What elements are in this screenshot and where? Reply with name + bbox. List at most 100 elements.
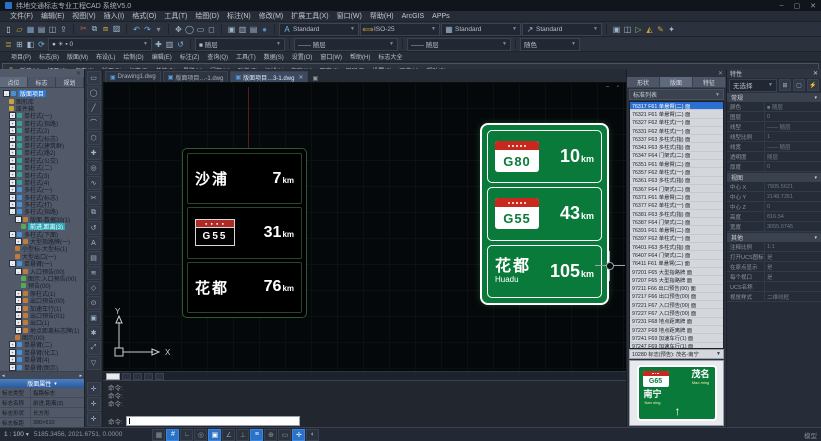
sign-menu-item[interactable]: 项目(P)	[8, 52, 34, 61]
sign-list-row[interactable]: 76337 F63 多柱式(指) 面	[630, 135, 723, 143]
tree-expander-icon[interactable]: +	[9, 194, 16, 201]
tree-expander-icon[interactable]: +	[9, 171, 16, 178]
donut-tool-icon[interactable]: ◎	[87, 161, 101, 175]
open-icon[interactable]: ▱	[14, 23, 25, 35]
table-style-dropdown[interactable]: ▦Standard▼	[441, 23, 521, 36]
tree-expander-icon[interactable]: +	[9, 231, 16, 238]
sign-menu-item[interactable]: 帮助(H)	[347, 52, 373, 61]
tree-expander-icon[interactable]: -	[15, 216, 22, 223]
prop-value[interactable]: 前进,距离(3)	[31, 398, 84, 407]
sign-list-last-row[interactable]: 10280 标志(预告): 茂名-南宁▼	[629, 349, 724, 359]
mirror-tool-icon[interactable]: ▽	[87, 356, 101, 370]
prop-value[interactable]: 1:1	[764, 242, 821, 251]
prop-value[interactable]: 390×510	[31, 418, 84, 427]
prop-value[interactable]: 7905.5621	[764, 182, 821, 191]
tree-node[interactable]: -多柱式(指路)	[1, 208, 83, 215]
layer-restore-icon[interactable]: ↺	[175, 38, 186, 50]
sign-list-row[interactable]: 97241 F69 加速车行(1) 面	[630, 334, 723, 342]
sign-list-row[interactable]: 76357 F62 单柱式(一) 面	[630, 168, 723, 176]
tree-expander-icon[interactable]: +	[15, 327, 22, 334]
tree-expander-icon[interactable]: +	[9, 179, 16, 186]
sign-menu-item[interactable]: 设置(O)	[289, 52, 316, 61]
tree-node[interactable]: +多柱式(一)	[1, 186, 83, 193]
tree-expander-icon[interactable]: +	[15, 290, 22, 297]
tree-node[interactable]: +单悬臂(二)	[1, 341, 83, 348]
sign-list-row[interactable]: 97207 F65 大型指路牌 面	[630, 276, 723, 284]
sign-menu-item[interactable]: 工具(T)	[233, 52, 259, 61]
child-window-controls[interactable]: – ▫	[606, 84, 622, 90]
sign-list-row[interactable]: 76351 F61 单悬臂(二) 面	[630, 160, 723, 168]
sign-list-row[interactable]: 76317 F61 单悬臂(二) 面	[630, 102, 723, 110]
sign-list-row[interactable]: 97227 F67 入口预告(00) 面	[630, 309, 723, 317]
tree-expander-icon[interactable]: -	[9, 208, 16, 215]
prop-value[interactable]: 指路标志	[31, 388, 84, 397]
tree-node[interactable]: +出口预告(01)	[1, 312, 83, 319]
multiline-tool-icon[interactable]: ≋	[87, 266, 101, 280]
prop-value[interactable]: 随层	[764, 152, 821, 161]
sign-list-row[interactable]: 76341 F63 多柱式(指) 面	[630, 143, 723, 151]
tree-node[interactable]: +单柱式(指路)	[1, 120, 83, 127]
prop-value[interactable]: 0	[764, 112, 821, 121]
lineweight-toggle[interactable]: ⊕	[264, 429, 277, 441]
drawing-tab[interactable]: ▣版面项目…-1.dwg	[163, 71, 229, 82]
zoom-previous-icon[interactable]: ◻	[206, 23, 217, 35]
dynamic-input-toggle[interactable]: ≡	[250, 429, 263, 441]
circle-tool-icon[interactable]: ◯	[87, 86, 101, 100]
layout-icon[interactable]: ◫	[622, 23, 633, 35]
layer-freeze-icon[interactable]: ◧	[25, 38, 36, 50]
color-dropdown[interactable]: ■ 随层▼	[195, 38, 285, 51]
tree-node[interactable]: +单柱式(二)	[1, 164, 83, 171]
drawing-tab[interactable]: ▣Drawing1.dwg	[105, 71, 161, 82]
menu-item[interactable]: 窗口(W)	[333, 11, 366, 21]
undo-icon[interactable]: ↶	[131, 23, 142, 35]
tree-node[interactable]: +单悬臂(4)	[1, 356, 83, 363]
menu-item[interactable]: 绘图(D)	[191, 11, 223, 21]
new-icon[interactable]: ▯	[3, 23, 14, 35]
dynamic-ucs-toggle[interactable]: ⊥	[236, 429, 249, 441]
tree-expander-icon[interactable]: +	[9, 157, 16, 164]
sign-list-row[interactable]: 97237 F68 地点距离牌 面	[630, 326, 723, 334]
make-current-icon[interactable]: ✚	[153, 38, 164, 50]
rotate-tool-icon[interactable]: ↺	[87, 221, 101, 235]
sign-menu-item[interactable]: 标注(Z)	[177, 52, 203, 61]
tab-signs[interactable]: 标志	[28, 77, 56, 87]
sign-list-row[interactable]: 76371 F61 单悬臂(二) 面	[630, 193, 723, 201]
tree-node[interactable]: 前进,距离(3)	[1, 223, 83, 230]
sheetset-icon[interactable]: ●	[259, 23, 270, 35]
sign-list-row[interactable]: 97217 F66 出口预告(00) 面	[630, 293, 723, 301]
cut-icon[interactable]: ✂	[78, 23, 89, 35]
tree-expander-icon[interactable]: +	[9, 127, 16, 134]
prop-value[interactable]: 是	[764, 272, 821, 281]
sign-list-row[interactable]: 76411 F61 单悬臂(二) 面	[630, 260, 723, 268]
zoom-realtime-icon[interactable]: ◯	[184, 23, 195, 35]
tree-expander-icon[interactable]: +	[15, 297, 22, 304]
layer-properties-icon[interactable]: ≣	[3, 38, 14, 50]
sign-list-row[interactable]: 76401 F63 多柱式(指) 面	[630, 243, 723, 251]
toggle-pickadd-icon[interactable]: ⊞	[779, 79, 791, 91]
tab-close-icon[interactable]: ✕	[298, 74, 303, 81]
selection-cycling-toggle[interactable]: ✛	[292, 429, 305, 441]
plot-icon[interactable]: ▤	[36, 23, 47, 35]
paste-icon[interactable]: ⧈	[100, 23, 111, 35]
command-window[interactable]: 命令: 命令: 命令: 命令:	[103, 380, 626, 428]
properties-icon[interactable]: ▣	[226, 23, 237, 35]
tree-node[interactable]: +单柱式(标志)	[1, 134, 83, 141]
tree-expander-icon[interactable]: +	[9, 186, 16, 193]
annotation-toggle[interactable]: ◐	[306, 429, 319, 441]
tree-node[interactable]: +单柱式(一)	[1, 112, 83, 119]
tree-expander-icon[interactable]: +	[15, 312, 22, 319]
tree-expander-icon[interactable]: +	[15, 238, 22, 245]
tree-node[interactable]: +单柱式(建筑群)	[1, 142, 83, 149]
model-space-button[interactable]: 模型	[804, 430, 817, 440]
menu-item[interactable]: 视图(V)	[68, 11, 99, 21]
line-tool-icon[interactable]: ╱	[87, 101, 101, 115]
sign-preview[interactable]: G65 茂名Mao ming 南宁Nan ning ↑	[637, 365, 717, 421]
sign-list-row[interactable]: 97221 F67 入口预告(00) 面	[630, 301, 723, 309]
tree-expander-icon[interactable]: +	[15, 319, 22, 326]
sign-drawing-wireframe[interactable]: 沙浦 7km ● ● ● ● G55 31km 花都 76km	[182, 148, 307, 318]
prop-value[interactable]: 是	[764, 252, 821, 261]
publish-icon[interactable]: ⇪	[58, 23, 69, 35]
drawing-tab-active[interactable]: ▣版面项目…3-1.dwg✕	[230, 71, 308, 82]
menu-item[interactable]: 标注(N)	[223, 11, 255, 21]
prop-value[interactable]	[764, 282, 821, 291]
